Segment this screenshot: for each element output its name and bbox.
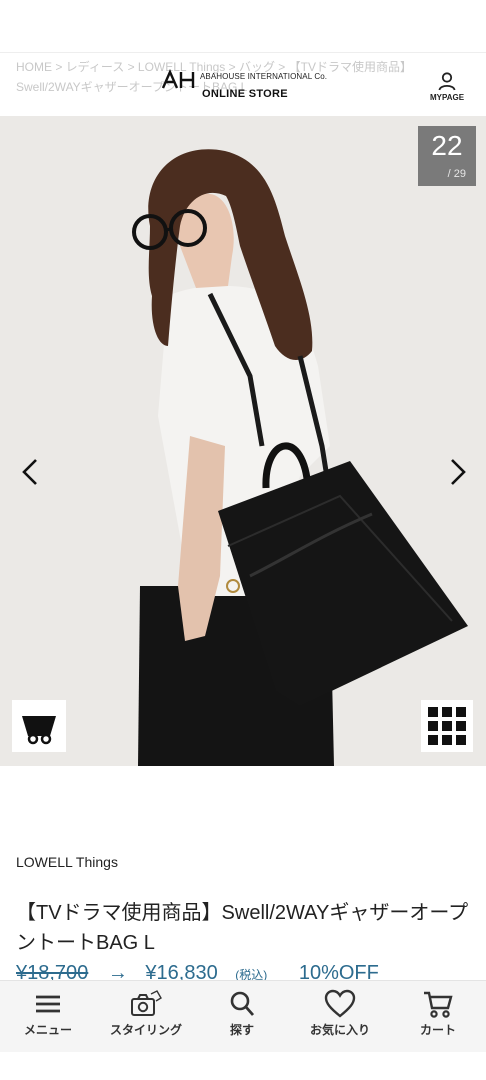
nav-cart-label: カート: [419, 1023, 456, 1037]
arrow-right-icon: →: [107, 962, 128, 982]
nav-search-label: 探す: [229, 1023, 254, 1037]
mypage-label: MYPAGE: [429, 93, 465, 102]
bottom-spacer: [0, 1052, 486, 1080]
nav-favorites-button[interactable]: お気に入り: [294, 987, 386, 1047]
camera-icon: [131, 990, 162, 1016]
image-counter: 22 / 29: [418, 126, 476, 186]
product-image-gallery[interactable]: 22 / 29: [0, 116, 486, 766]
nav-styling-button[interactable]: スタイリング: [100, 987, 192, 1047]
thumbnail-grid-button[interactable]: [421, 700, 473, 752]
chevron-left-icon: [22, 459, 37, 485]
bottom-navigation: メニュー スタイリング 探す お気に入り カート: [0, 980, 486, 1052]
nav-menu-button[interactable]: メニュー: [2, 987, 94, 1047]
chevron-right-icon: [451, 459, 466, 485]
logo-store-name: ONLINE STORE: [202, 88, 288, 100]
product-photo: [0, 116, 486, 766]
ah-logo-icon: [162, 69, 195, 89]
logo-company-name: ABAHOUSE INTERNATIONAL Co.: [200, 72, 328, 81]
hamburger-icon: [36, 995, 60, 1013]
original-price: ¥18,700: [16, 962, 89, 982]
search-icon: [230, 991, 255, 1016]
cart-icon: [424, 991, 453, 1018]
sale-price: ¥16,830: [145, 962, 218, 982]
site-header: HOME > レディース > LOWELL Things > バッグ > 【TV…: [0, 52, 486, 116]
price-row: ¥18,700 → ¥16,830 (税込) 10%OFF: [16, 962, 476, 982]
nav-cart-button[interactable]: カート: [392, 987, 484, 1047]
nav-favorites-label: お気に入り: [309, 1023, 370, 1037]
nav-search-button[interactable]: 探す: [196, 987, 288, 1047]
image-counter-current: 22: [431, 130, 463, 161]
status-bar-space: [0, 0, 486, 52]
discount-badge: 10%OFF: [298, 962, 379, 982]
cart-icon: [22, 716, 56, 745]
product-brand[interactable]: LOWELL Things: [16, 854, 118, 870]
product-title: 【TVドラマ使用商品】Swell/2WAYギャザーオープントートBAG L: [16, 902, 469, 954]
next-image-button[interactable]: [442, 454, 472, 490]
image-counter-total: / 29: [447, 168, 466, 180]
quick-cart-button[interactable]: [12, 700, 66, 752]
user-icon: [438, 72, 456, 91]
heart-icon: [324, 989, 356, 1018]
nav-styling-label: スタイリング: [109, 1023, 182, 1037]
grid-icon: [428, 707, 466, 745]
mypage-button[interactable]: MYPAGE: [424, 71, 470, 107]
site-logo[interactable]: ABAHOUSE INTERNATIONAL Co. ONLINE STORE: [162, 67, 327, 107]
previous-image-button[interactable]: [16, 454, 46, 490]
nav-menu-label: メニュー: [23, 1023, 72, 1037]
